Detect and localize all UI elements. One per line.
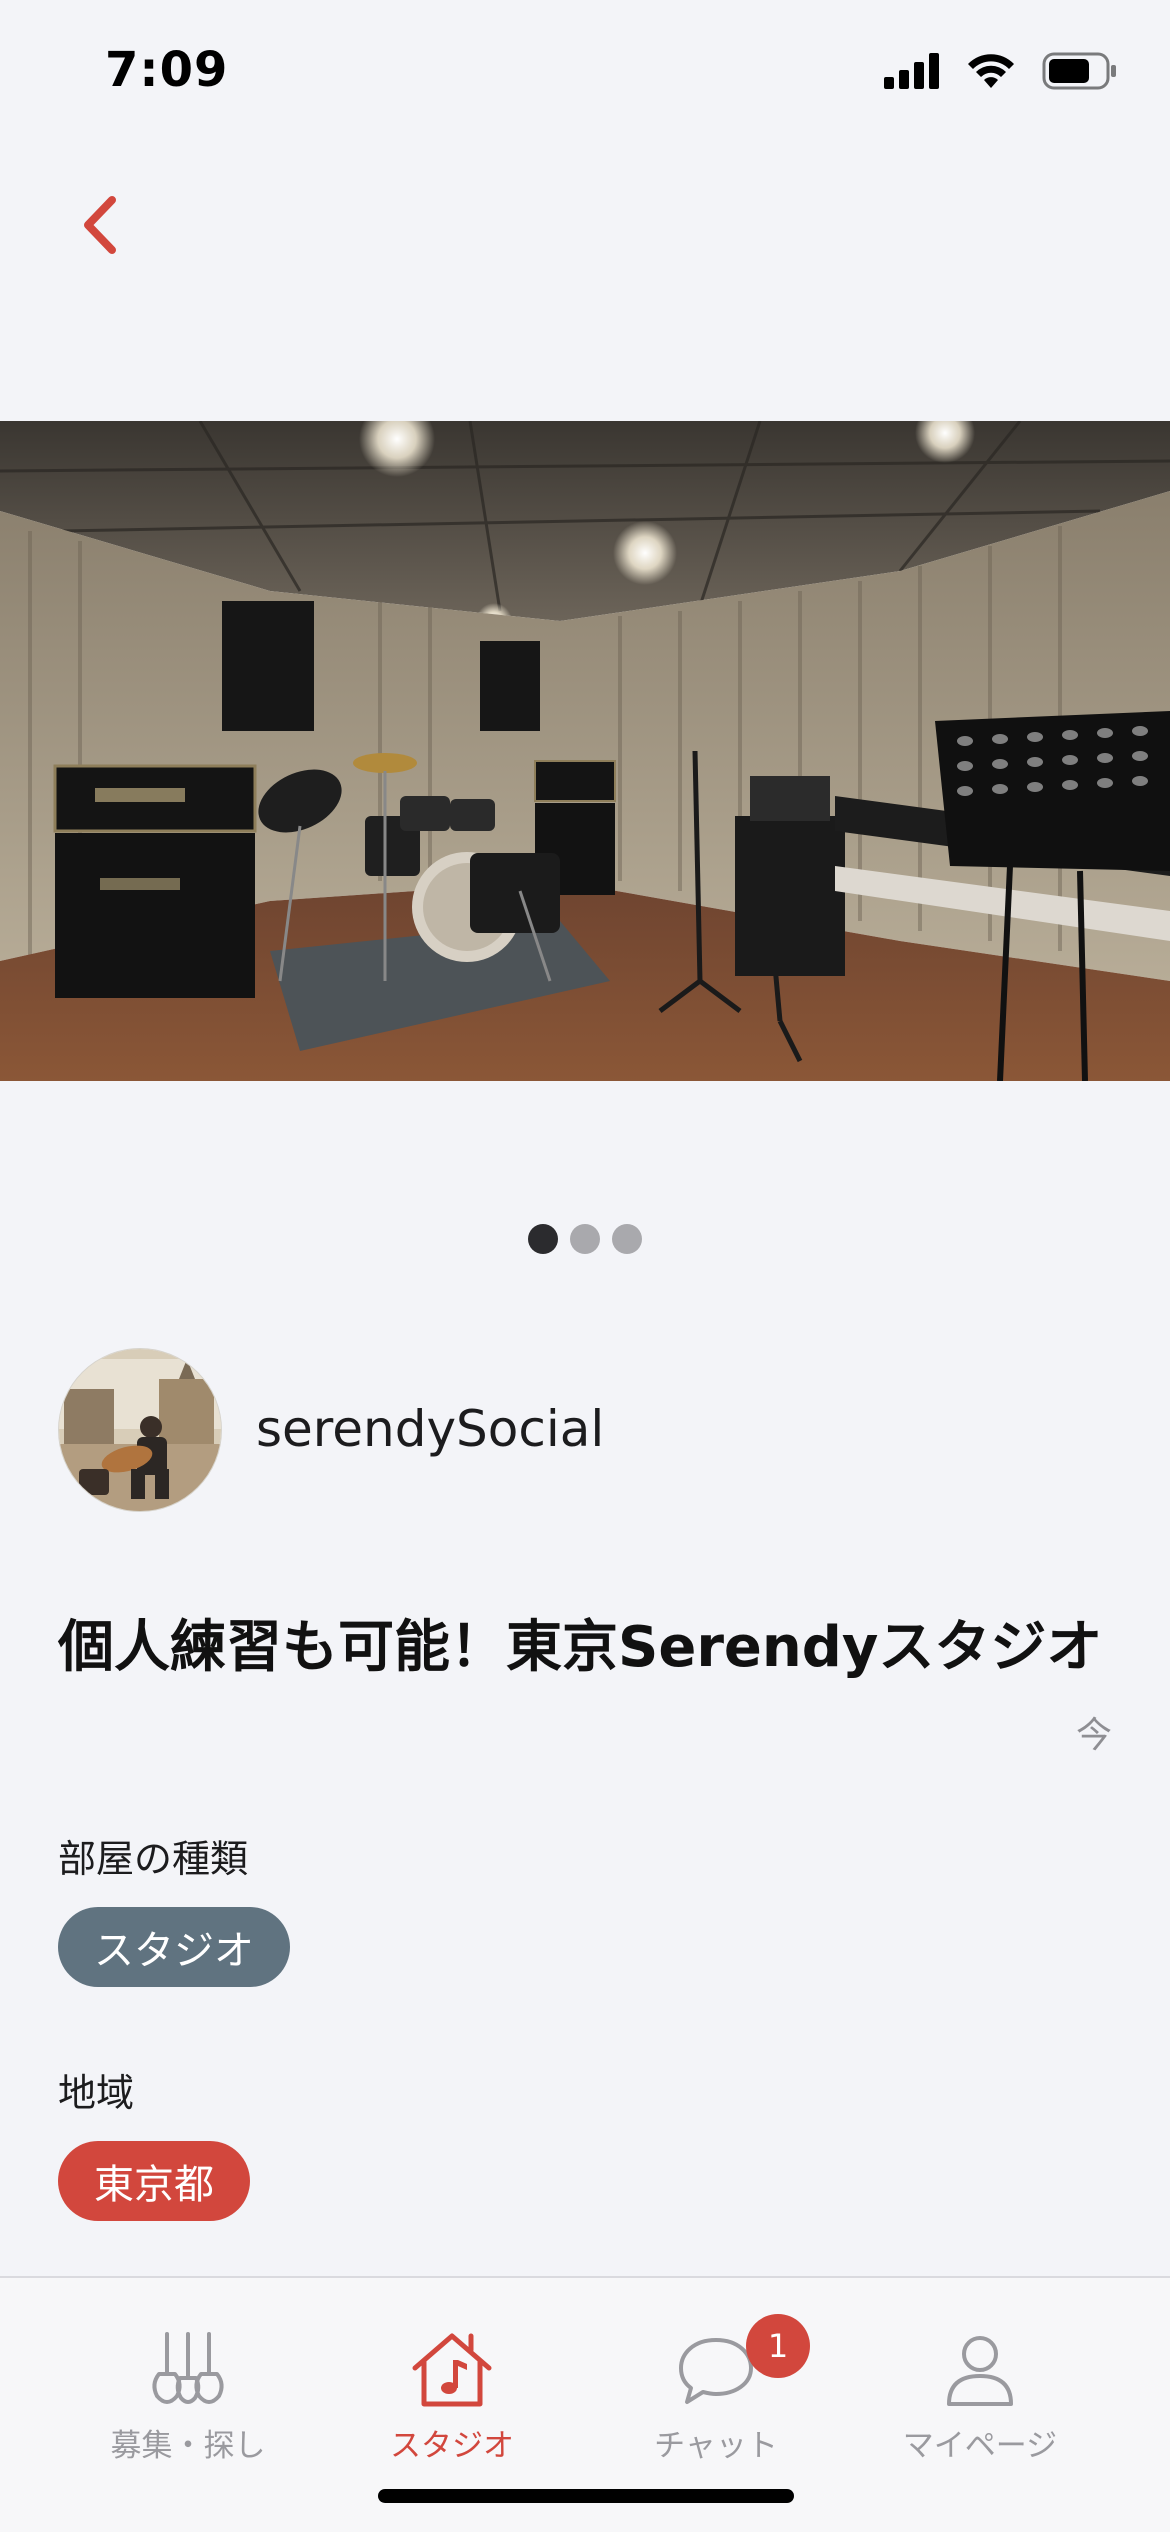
- pager-dot-1[interactable]: [528, 1224, 558, 1254]
- region-label: 地域: [58, 2071, 135, 2115]
- cellular-signal-icon: [884, 53, 939, 89]
- image-pager[interactable]: [0, 1224, 1170, 1254]
- tab-bar: 募集・探し スタジオ 1 チャット マイページ: [0, 2276, 1170, 2532]
- post-timestamp: 今: [1075, 1715, 1112, 1756]
- avatar-photo: [59, 1349, 221, 1511]
- tab-mypage-label: マイページ: [902, 2428, 1058, 2464]
- tab-chat-label: チャット: [654, 2428, 778, 2464]
- status-time: 7:09: [105, 42, 229, 98]
- pager-dot-3[interactable]: [612, 1224, 642, 1254]
- pager-dot-2[interactable]: [570, 1224, 600, 1254]
- room-type-chip[interactable]: スタジオ: [58, 1907, 290, 1987]
- screen: 7:09 serendySocial 個人練習も可能！東京Serendyスタジオ…: [0, 0, 1170, 2532]
- post-title: 個人練習も可能！東京Serendyスタジオ: [58, 1615, 1103, 1680]
- chat-unread-badge: 1: [746, 2314, 810, 2378]
- battery-icon: [1042, 52, 1116, 90]
- tab-studio[interactable]: スタジオ: [306, 2278, 598, 2478]
- wifi-icon: [968, 54, 1014, 88]
- tab-studio-label: スタジオ: [390, 2428, 514, 2464]
- status-icons: [884, 52, 1118, 90]
- home-indicator[interactable]: [378, 2489, 794, 2503]
- room-type-label: 部屋の種類: [58, 1837, 249, 1881]
- guitars-icon: [152, 2332, 224, 2404]
- studio-photo-illustration: [0, 421, 1170, 1081]
- region-chip[interactable]: 東京都: [58, 2141, 250, 2221]
- tab-mypage[interactable]: マイページ: [834, 2278, 1126, 2478]
- person-icon: [947, 2336, 1013, 2406]
- tab-chat[interactable]: 1 チャット: [570, 2278, 862, 2478]
- author-name[interactable]: serendySocial: [256, 1400, 604, 1458]
- chevron-left-icon: [84, 196, 116, 254]
- tab-recruit-search-label: 募集・探し: [110, 2428, 266, 2464]
- studio-photo[interactable]: [0, 421, 1170, 1081]
- studio-home-icon: [412, 2333, 492, 2407]
- author-avatar[interactable]: [58, 1348, 222, 1512]
- tab-recruit-search[interactable]: 募集・探し: [42, 2278, 334, 2478]
- back-button[interactable]: [70, 190, 130, 260]
